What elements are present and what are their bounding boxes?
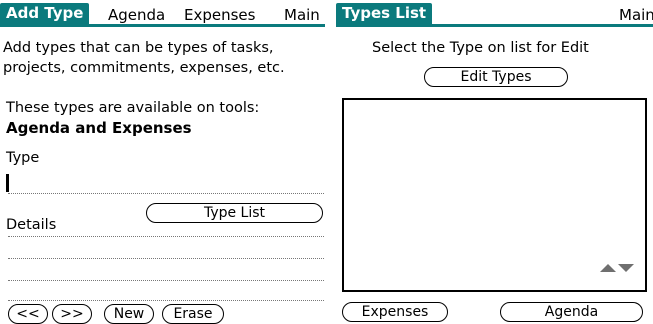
available-on-label: These types are available on tools: — [6, 100, 260, 116]
types-list[interactable] — [342, 98, 647, 292]
title-bar-right: Types List Main — [336, 0, 653, 28]
title-underline — [0, 24, 325, 27]
add-type-screen: Add Type Agenda Expenses Main Add types … — [0, 0, 325, 324]
details-line-1 — [8, 236, 324, 237]
erase-button[interactable]: Erase — [162, 304, 224, 324]
scroll-down-arrow-icon[interactable] — [618, 264, 634, 272]
details-line-4 — [8, 300, 324, 301]
description-line-1: Add types that can be types of tasks, — [3, 40, 274, 56]
expenses-button[interactable]: Expenses — [342, 302, 448, 322]
text-cursor — [6, 174, 9, 192]
menu-main-right[interactable]: Main — [619, 6, 653, 24]
menu-agenda[interactable]: Agenda — [108, 6, 165, 24]
details-line-3 — [8, 280, 324, 281]
type-list-button[interactable]: Type List — [146, 203, 323, 223]
instruction-label: Select the Type on list for Edit — [372, 40, 589, 56]
menu-main[interactable]: Main — [284, 6, 320, 24]
type-input-underline — [8, 193, 324, 194]
new-button[interactable]: New — [104, 304, 154, 324]
type-label: Type — [6, 150, 40, 166]
scroll-up-arrow-icon[interactable] — [600, 264, 616, 272]
previous-button[interactable]: << — [8, 304, 48, 324]
title-bar: Add Type Agenda Expenses Main — [0, 0, 325, 28]
edit-types-button[interactable]: Edit Types — [424, 67, 568, 87]
menu-expenses[interactable]: Expenses — [184, 6, 255, 24]
type-input[interactable] — [10, 170, 322, 192]
screen-title-right: Types List — [336, 3, 433, 24]
types-list-screen: Types List Main Select the Type on list … — [336, 0, 653, 324]
title-underline-right — [336, 24, 653, 27]
available-tools-label: Agenda and Expenses — [6, 119, 192, 137]
details-label: Details — [6, 217, 57, 233]
details-line-2 — [8, 258, 324, 259]
description-line-2: projects, commitments, expenses, etc. — [3, 60, 285, 76]
screen-title: Add Type — [0, 3, 90, 24]
agenda-button[interactable]: Agenda — [500, 302, 643, 322]
next-button[interactable]: >> — [52, 304, 92, 324]
details-field[interactable] — [8, 238, 324, 302]
